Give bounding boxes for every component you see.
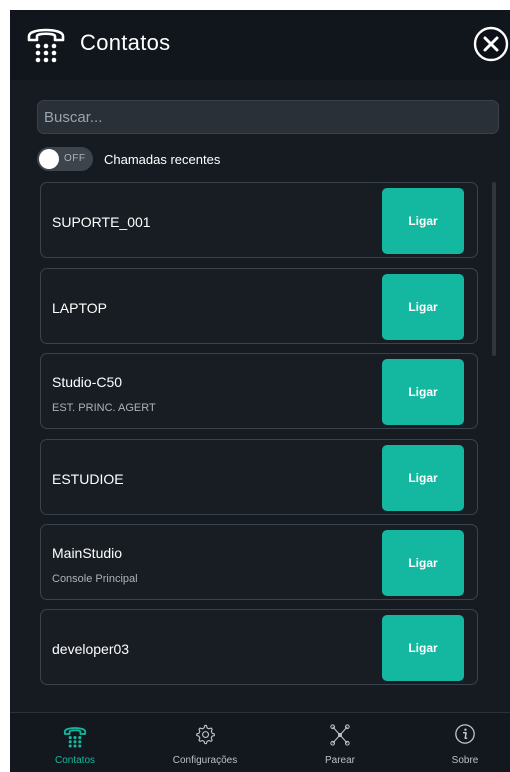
nav-label: Parear bbox=[324, 755, 355, 766]
nav-item-sobre[interactable]: Sobre bbox=[435, 713, 495, 772]
nav-item-contatos[interactable]: Contatos bbox=[40, 713, 110, 772]
nav-item-configuracoes[interactable]: Configurações bbox=[160, 713, 250, 772]
contact-card: developer03 Ligar bbox=[40, 609, 478, 685]
contact-card: ESTUDIOE Ligar bbox=[40, 439, 478, 515]
call-button[interactable]: Ligar bbox=[382, 615, 464, 681]
phone-keypad-icon bbox=[27, 28, 65, 63]
header: Contatos bbox=[10, 10, 510, 80]
bottom-nav: Contatos Configurações Parear Sobre bbox=[10, 713, 510, 772]
close-icon[interactable] bbox=[473, 26, 509, 62]
app-window: Contatos OFF Chamadas recentes SUPORTE_0… bbox=[10, 10, 510, 772]
recent-calls-toggle[interactable]: OFF bbox=[37, 147, 93, 171]
contact-name: ESTUDIOE bbox=[52, 471, 124, 487]
recent-calls-row: OFF Chamadas recentes bbox=[37, 147, 220, 171]
phone-keypad-icon bbox=[63, 727, 87, 748]
contact-name: LAPTOP bbox=[52, 300, 107, 316]
contact-list[interactable]: SUPORTE_001 Ligar LAPTOP Ligar Studio-C5… bbox=[40, 182, 480, 692]
call-button[interactable]: Ligar bbox=[382, 188, 464, 254]
nav-label: Contatos bbox=[54, 755, 96, 766]
contact-card: LAPTOP Ligar bbox=[40, 268, 478, 344]
nav-label: Configurações bbox=[172, 755, 238, 766]
contact-name: MainStudio bbox=[52, 545, 123, 561]
search-input[interactable] bbox=[37, 100, 499, 134]
info-icon bbox=[455, 724, 475, 744]
contact-card: MainStudio Console Principal Ligar bbox=[40, 524, 478, 600]
nav-label: Sobre bbox=[451, 755, 479, 766]
toggle-knob bbox=[39, 149, 59, 169]
contact-card: Studio-C50 EST. PRINC. AGERT Ligar bbox=[40, 353, 478, 429]
nav-item-parear[interactable]: Parear bbox=[305, 713, 375, 772]
page-title: Contatos bbox=[80, 30, 171, 55]
call-button[interactable]: Ligar bbox=[382, 445, 464, 511]
contact-card: SUPORTE_001 Ligar bbox=[40, 182, 478, 258]
contact-description: Console Principal bbox=[52, 573, 138, 585]
contact-description: EST. PRINC. AGERT bbox=[52, 402, 156, 414]
gear-icon bbox=[196, 724, 215, 745]
scrollbar[interactable] bbox=[492, 182, 496, 356]
call-button[interactable]: Ligar bbox=[382, 530, 464, 596]
contact-name: developer03 bbox=[52, 641, 130, 657]
contact-name: Studio-C50 bbox=[52, 374, 123, 390]
network-nodes-icon bbox=[330, 724, 350, 746]
toggle-state-text: OFF bbox=[64, 153, 86, 164]
contact-name: SUPORTE_001 bbox=[52, 214, 151, 230]
call-button[interactable]: Ligar bbox=[382, 274, 464, 340]
recent-calls-label: Chamadas recentes bbox=[104, 151, 221, 167]
call-button[interactable]: Ligar bbox=[382, 359, 464, 425]
